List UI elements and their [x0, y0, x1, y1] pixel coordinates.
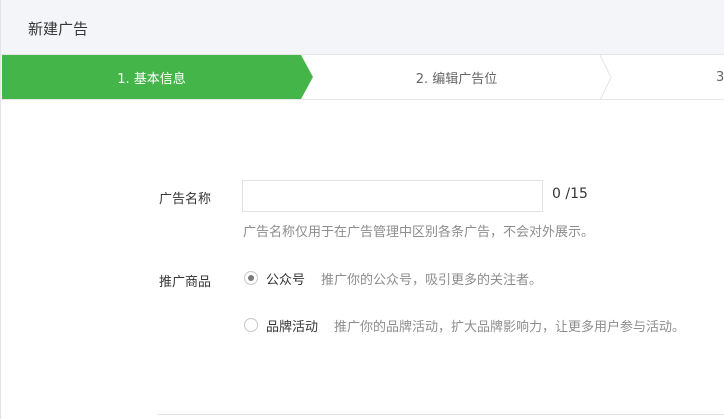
radio-option-official-account[interactable]: 公众号 推广你的公众号，吸引更多的关注者。	[244, 269, 543, 288]
step-progress-bar: 1. 基本信息 2. 编辑广告位 3	[2, 55, 724, 100]
step-edit-ad-slot: 2. 编辑广告位	[415, 72, 498, 87]
step-third: 3	[716, 70, 724, 85]
ad-name-input[interactable]	[242, 180, 543, 212]
page-header: 新建广告	[1, 0, 724, 55]
radio-button[interactable]	[244, 318, 258, 332]
page-frame: 新建广告 1. 基本信息 2. 编辑广告位 3 广告名称 0 /15 广告名称仅…	[0, 0, 724, 419]
radio-option-brand-activity[interactable]: 品牌活动 推广你的品牌活动，扩大品牌影响力，让更多用户参与活动。	[244, 316, 686, 335]
promoted-product-label: 推广商品	[159, 275, 212, 290]
step-active-arrow	[301, 55, 313, 99]
radio-option-label: 公众号	[266, 272, 306, 288]
basic-info-form: 广告名称 0 /15 广告名称仅用于在广告管理中区别各条广告，不会对外展示。 推…	[1, 100, 724, 419]
form-divider	[158, 414, 724, 415]
ad-name-char-counter: 0 /15	[552, 186, 588, 202]
radio-button-checked[interactable]	[244, 271, 258, 285]
ad-name-hint: 广告名称仅用于在广告管理中区别各条广告，不会对外展示。	[243, 225, 595, 240]
radio-option-description: 推广你的品牌活动，扩大品牌影响力，让更多用户参与活动。	[334, 319, 686, 335]
step-basic-info: 1. 基本信息	[2, 55, 301, 99]
page-title: 新建广告	[28, 20, 89, 38]
ad-name-label: 广告名称	[159, 192, 212, 207]
radio-option-label: 品牌活动	[266, 319, 319, 335]
step-separator-chevron	[599, 55, 612, 99]
radio-option-description: 推广你的公众号，吸引更多的关注者。	[321, 272, 543, 288]
